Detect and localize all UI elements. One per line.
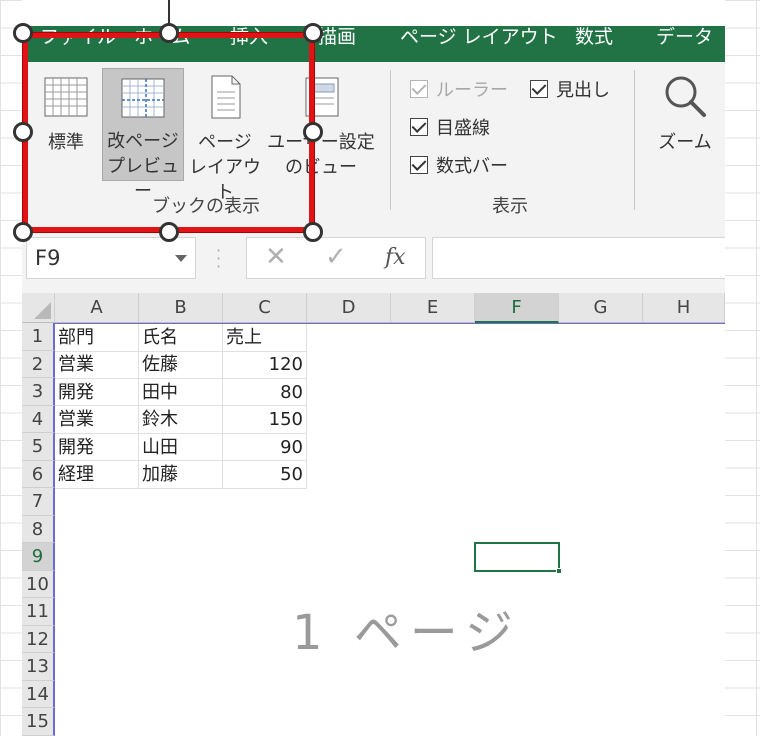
row-header[interactable]: 1 bbox=[22, 323, 55, 351]
chevron-down-icon[interactable] bbox=[175, 255, 187, 262]
insert-function-icon[interactable]: fx bbox=[385, 245, 406, 270]
magnifier-icon bbox=[665, 76, 706, 117]
row-header[interactable]: 2 bbox=[22, 351, 55, 378]
highlight-rectangle[interactable] bbox=[23, 33, 314, 232]
headings-checkbox[interactable]: 見出し bbox=[530, 76, 610, 102]
row-header[interactable]: 14 bbox=[22, 681, 55, 708]
row-header[interactable]: 7 bbox=[22, 488, 55, 516]
worksheet-grid: A B C D E F G H 1 2 3 4 5 6 7 8 9 10 11 … bbox=[22, 293, 725, 736]
formula-bar-checkbox-box[interactable] bbox=[410, 156, 428, 174]
resize-handle[interactable] bbox=[303, 23, 323, 43]
cell[interactable]: 150 bbox=[223, 406, 307, 434]
column-header-selected[interactable]: F bbox=[475, 293, 559, 323]
row-header[interactable]: 12 bbox=[22, 626, 55, 653]
cell[interactable]: 加藤 bbox=[139, 461, 223, 489]
resize-handle[interactable] bbox=[303, 122, 323, 142]
group-separator bbox=[390, 70, 391, 210]
name-box[interactable]: F9 bbox=[26, 237, 196, 279]
column-header[interactable]: A bbox=[55, 293, 139, 323]
cell[interactable]: 開発 bbox=[55, 433, 139, 461]
gridlines-checkbox-label: 目盛線 bbox=[436, 118, 490, 139]
active-cell[interactable] bbox=[474, 542, 562, 574]
cell[interactable]: 佐藤 bbox=[139, 351, 223, 379]
select-all-button[interactable] bbox=[22, 293, 55, 323]
row-header[interactable]: 4 bbox=[22, 406, 55, 433]
cell[interactable]: 営業 bbox=[55, 351, 139, 379]
drag-handle-icon[interactable]: · · · bbox=[216, 243, 221, 275]
row-header[interactable]: 6 bbox=[22, 461, 55, 488]
resize-handle[interactable] bbox=[159, 23, 179, 43]
cell[interactable]: 氏名 bbox=[139, 324, 223, 352]
tab-formulas[interactable]: 数式 bbox=[575, 26, 613, 62]
gridlines-checkbox[interactable]: 目盛線 bbox=[410, 114, 490, 140]
tab-data[interactable]: データ bbox=[656, 26, 713, 62]
ruler-checkbox: ルーラー bbox=[410, 76, 508, 102]
cell[interactable]: 鈴木 bbox=[139, 406, 223, 434]
row-header[interactable]: 11 bbox=[22, 598, 55, 626]
column-header[interactable]: C bbox=[223, 293, 307, 323]
page-number-watermark: 1 ページ bbox=[292, 605, 521, 661]
headings-checkbox-box[interactable] bbox=[530, 80, 548, 98]
headings-checkbox-label: 見出し bbox=[556, 80, 610, 101]
resize-handle[interactable] bbox=[13, 222, 33, 242]
column-header[interactable]: G bbox=[559, 293, 643, 323]
formula-bar-checkbox[interactable]: 数式バー bbox=[410, 152, 508, 178]
cell[interactable]: 田中 bbox=[139, 378, 223, 406]
cell[interactable]: 50 bbox=[223, 461, 307, 489]
row-header-selected[interactable]: 9 bbox=[22, 543, 55, 571]
row-header[interactable]: 10 bbox=[22, 571, 55, 598]
zoom-label: ズーム bbox=[658, 132, 712, 153]
cell[interactable]: 120 bbox=[223, 351, 307, 379]
cell[interactable]: 開発 bbox=[55, 378, 139, 406]
fill-handle[interactable] bbox=[556, 568, 562, 574]
row-header[interactable]: 5 bbox=[22, 433, 55, 461]
row-header[interactable]: 15 bbox=[22, 708, 55, 736]
cell[interactable]: 売上 bbox=[223, 324, 307, 352]
ruler-checkbox-box bbox=[410, 80, 428, 98]
cell[interactable]: 営業 bbox=[55, 406, 139, 434]
formula-bar-checkbox-label: 数式バー bbox=[436, 156, 508, 177]
column-header[interactable]: E bbox=[391, 293, 475, 323]
resize-handle[interactable] bbox=[303, 222, 323, 242]
cell[interactable]: 経理 bbox=[55, 461, 139, 489]
resize-handle[interactable] bbox=[13, 23, 33, 43]
ruler-checkbox-label: ルーラー bbox=[436, 80, 508, 101]
row-header[interactable]: 3 bbox=[22, 378, 55, 406]
resize-handle[interactable] bbox=[13, 122, 33, 142]
cell[interactable]: 80 bbox=[223, 378, 307, 406]
gridlines-checkbox-box[interactable] bbox=[410, 118, 428, 136]
group-separator bbox=[634, 70, 635, 210]
zoom-button[interactable]: ズーム bbox=[650, 72, 720, 155]
show-group-label: 表示 bbox=[492, 196, 528, 217]
cell[interactable]: 90 bbox=[223, 433, 307, 461]
column-header[interactable]: D bbox=[307, 293, 391, 323]
row-header[interactable]: 8 bbox=[22, 516, 55, 543]
column-header[interactable]: H bbox=[643, 293, 725, 323]
enter-icon[interactable]: ✓ bbox=[325, 242, 347, 272]
tab-draw[interactable]: 描画 bbox=[318, 26, 356, 62]
formula-input[interactable] bbox=[432, 237, 725, 279]
name-box-value: F9 bbox=[35, 246, 61, 270]
cell[interactable]: 山田 bbox=[139, 433, 223, 461]
resize-handle[interactable] bbox=[159, 222, 179, 242]
formula-buttons: ✕ ✓ fx bbox=[246, 237, 426, 279]
tab-page-layout[interactable]: ページ レイアウト bbox=[400, 26, 558, 62]
row-header[interactable]: 13 bbox=[22, 653, 55, 681]
cell[interactable]: 部門 bbox=[55, 324, 139, 352]
cancel-icon[interactable]: ✕ bbox=[265, 242, 287, 272]
column-header[interactable]: B bbox=[139, 293, 223, 323]
